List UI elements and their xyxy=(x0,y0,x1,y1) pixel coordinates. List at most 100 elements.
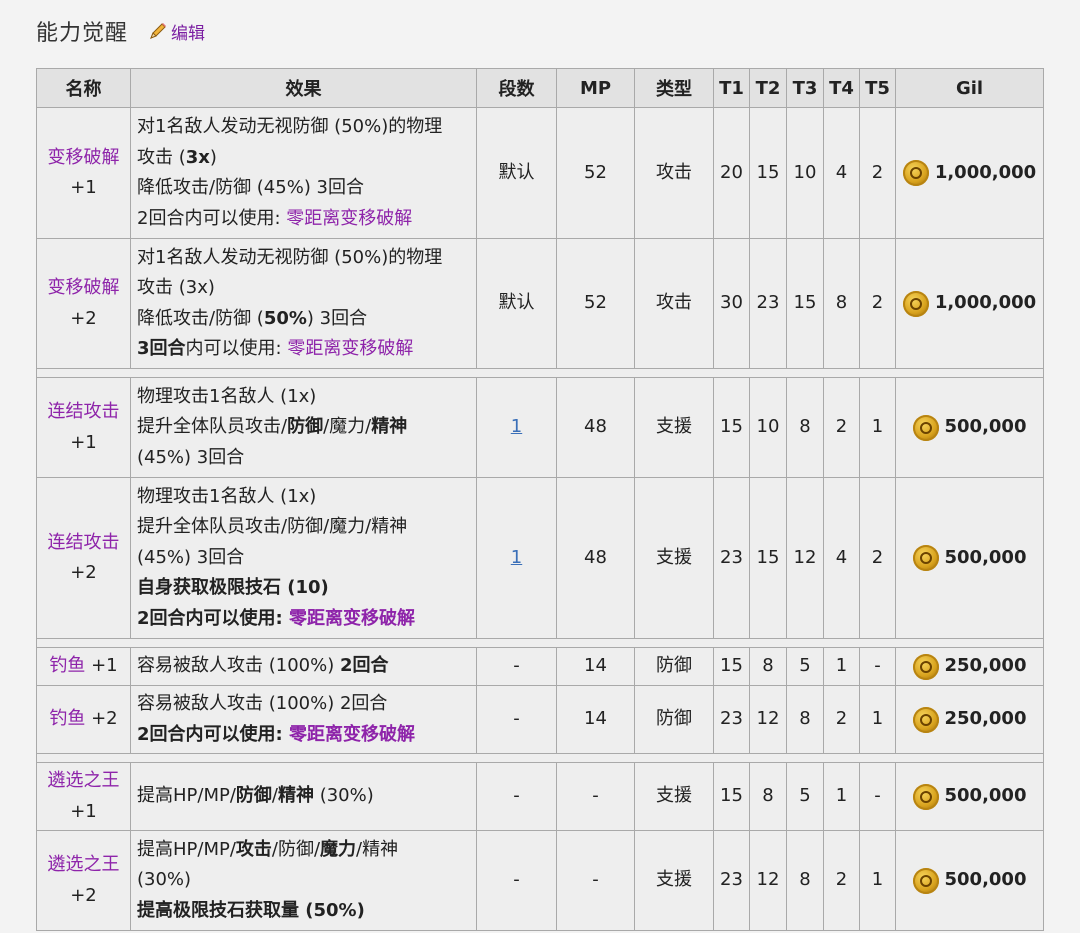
mp-cell: 48 xyxy=(556,477,635,639)
separator-cell xyxy=(36,638,1044,648)
column-header-name: 名称 xyxy=(36,68,131,108)
gil-amount: 500,000 xyxy=(896,412,1043,443)
skill-link[interactable]: 零距离变移破解 xyxy=(289,608,415,629)
hits-link[interactable]: 1 xyxy=(511,416,522,437)
table-row: 遴选之王 +2 提高HP/MP/攻击/防御/魔力/精神 (30%) 提高极限技石获取量 … xyxy=(36,830,1044,931)
column-header-t1: T1 xyxy=(713,68,750,108)
effect-line: 2回合内可以使用: 零距离变移破解 xyxy=(137,604,472,635)
ability-name-cell: 遴选之王 +2 xyxy=(36,830,131,931)
effect-line: 提高极限技石获取量 (50%) xyxy=(137,896,472,927)
ability-name-cell: 连结攻击 +1 xyxy=(36,377,131,478)
bold-text: 防御 xyxy=(235,785,272,807)
column-header-mp: MP xyxy=(556,68,635,108)
ability-name-link[interactable]: 钓鱼 xyxy=(49,655,85,676)
t5-cell: 1 xyxy=(859,685,896,754)
ability-name-cell: 变移破解 +1 xyxy=(36,107,131,239)
gil-value: 1,000,000 xyxy=(934,292,1037,314)
t3-cell: 10 xyxy=(786,107,824,239)
edit-label[interactable]: 编辑 xyxy=(171,19,205,44)
ability-name-link[interactable]: 遴选之王 xyxy=(48,770,120,791)
table-header-row: 名称 效果 段数 MP 类型 T1 T2 T3 T4 T5 Gil xyxy=(36,68,1044,108)
ability-name-link[interactable]: 遴选之王 xyxy=(48,854,120,875)
ability-name-link[interactable]: 变移破解 xyxy=(48,147,120,168)
ability-level: +2 xyxy=(70,562,97,583)
bold-text: 50% xyxy=(263,307,307,329)
t5-cell: - xyxy=(859,762,896,831)
effect-line: 攻击 (3x) xyxy=(137,277,215,298)
gil-coin-icon xyxy=(912,867,939,894)
t4-cell: 2 xyxy=(823,685,860,754)
group-separator xyxy=(36,638,1044,648)
t2-cell: 8 xyxy=(749,762,787,831)
type-cell: 攻击 xyxy=(634,238,714,369)
gil-coin-icon xyxy=(912,653,939,680)
gil-amount: 500,000 xyxy=(896,865,1043,896)
hits-cell: 默认 xyxy=(476,107,557,239)
t4-cell: 4 xyxy=(823,477,860,639)
group-separator xyxy=(36,753,1044,763)
skill-link[interactable]: 零距离变移破解 xyxy=(286,208,412,229)
t4-cell: 2 xyxy=(823,830,860,931)
t3-cell: 12 xyxy=(786,477,824,639)
effect-line: 提高HP/MP/攻击/防御/魔力/精神 xyxy=(137,838,399,860)
ability-level: +1 xyxy=(70,177,97,198)
column-header-gil: Gil xyxy=(895,68,1044,108)
gil-value: 500,000 xyxy=(944,416,1027,438)
effect-line: 降低攻击/防御 (45%) 3回合 xyxy=(137,177,365,198)
effect-line: 容易被敌人攻击 (100%) 2回合 xyxy=(137,693,388,714)
column-header-t4: T4 xyxy=(823,68,860,108)
bold-text: 自身获取极限技石 (10) xyxy=(137,577,329,599)
table-body: 变移破解 +1 对1名敌人发动无视防御 (50%)的物理 攻击 (3x) 降低攻击/防御… xyxy=(36,107,1044,931)
ability-name-link[interactable]: 连结攻击 xyxy=(48,401,120,422)
t4-cell: 4 xyxy=(823,107,860,239)
t1-cell: 23 xyxy=(713,685,750,754)
effect-line: (45%) 3回合 xyxy=(137,546,245,568)
bold-text: 防御 xyxy=(287,416,324,438)
ability-name-link[interactable]: 连结攻击 xyxy=(48,532,120,553)
type-cell: 支援 xyxy=(634,477,714,639)
gil-value: 250,000 xyxy=(944,655,1027,677)
bold-text: 3回合 xyxy=(137,338,186,359)
bold-text: 3x xyxy=(185,146,210,168)
skill-link[interactable]: 零距离变移破解 xyxy=(287,338,413,359)
t1-cell: 20 xyxy=(713,107,750,239)
t2-cell: 10 xyxy=(749,377,787,478)
effect-line: 物理攻击1名敌人 (1x) xyxy=(137,485,317,507)
hits-cell: - xyxy=(476,685,557,754)
effect-cell: 提高HP/MP/防御/精神 (30%) xyxy=(130,762,477,831)
gil-amount: 500,000 xyxy=(896,543,1043,574)
column-header-effect: 效果 xyxy=(130,68,477,108)
section-title: 能力觉醒 xyxy=(36,21,129,46)
t5-cell: 1 xyxy=(859,830,896,931)
t5-cell: 2 xyxy=(859,238,896,369)
t4-cell: 1 xyxy=(823,762,860,831)
effect-line: 提升全体队员攻击/防御/魔力/精神 xyxy=(137,416,408,438)
t3-cell: 5 xyxy=(786,647,824,686)
gil-coin-icon xyxy=(912,545,939,571)
t1-cell: 23 xyxy=(713,477,750,639)
t3-cell: 5 xyxy=(786,762,824,831)
ability-name-cell: 钓鱼 +2 xyxy=(36,685,131,754)
mp-cell: - xyxy=(556,762,635,831)
skill-link[interactable]: 零距离变移破解 xyxy=(289,724,415,745)
t2-cell: 15 xyxy=(749,107,787,239)
gil-amount: 250,000 xyxy=(896,651,1043,682)
mp-cell: 14 xyxy=(556,647,635,686)
t5-cell: 2 xyxy=(859,107,896,239)
column-header-t3: T3 xyxy=(786,68,824,108)
ability-name-cell: 钓鱼 +1 xyxy=(36,647,131,686)
edit-link[interactable]: 编辑 xyxy=(148,19,205,44)
table-row: 钓鱼 +1 容易被敌人攻击 (100%) 2回合 -14 防御 15 8 5 1-250,00… xyxy=(36,647,1044,686)
effect-line: 降低攻击/防御 (50%) 3回合 xyxy=(137,307,368,329)
type-cell: 攻击 xyxy=(634,107,714,239)
effect-cell: 物理攻击1名敌人 (1x) 提升全体队员攻击/防御/魔力/精神 (45%) 3回合 xyxy=(130,377,477,478)
ability-name-link[interactable]: 钓鱼 xyxy=(49,708,85,729)
type-cell: 防御 xyxy=(634,685,714,754)
t4-cell: 8 xyxy=(823,238,860,369)
bold-text: 2回合内可以使用: xyxy=(137,723,289,745)
hits-cell: 1 xyxy=(476,377,557,478)
gil-coin-icon xyxy=(902,290,929,317)
t3-cell: 8 xyxy=(786,377,824,478)
hits-link[interactable]: 1 xyxy=(511,547,522,568)
ability-name-link[interactable]: 变移破解 xyxy=(48,277,120,298)
